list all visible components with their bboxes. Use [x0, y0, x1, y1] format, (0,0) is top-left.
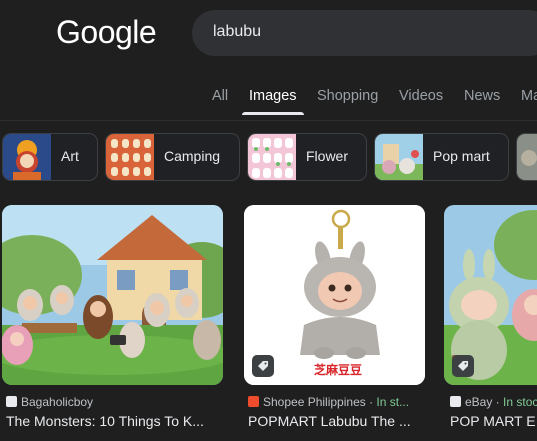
site-favicon-icon [450, 396, 461, 407]
chip-flower[interactable]: Flower [247, 133, 367, 181]
result-2-stock-status: In st... [376, 395, 410, 409]
chip-pop-mart-label: Pop mart [433, 148, 490, 164]
tab-all[interactable]: All [212, 88, 228, 104]
result-2-source[interactable]: Shopee Philippines · In st... [248, 395, 433, 409]
site-favicon-icon [6, 396, 17, 407]
result-2-title[interactable]: POPMART Labubu The ... [248, 413, 433, 429]
result-image-1[interactable] [2, 205, 223, 385]
result-3-tag [452, 355, 474, 377]
chip-camping[interactable]: Camping [105, 133, 240, 181]
tab-videos[interactable]: Videos [399, 88, 443, 104]
chip-pop-mart-thumbnail [375, 134, 423, 180]
price-tag-icon [258, 361, 268, 371]
active-tab-indicator [242, 112, 304, 115]
chip-camping-label: Camping [164, 148, 221, 164]
result-image-3[interactable] [444, 205, 537, 385]
result-1-source[interactable]: Bagaholicboy [6, 395, 93, 409]
search-input[interactable]: labubu [213, 23, 261, 41]
result-image-1-picture [2, 205, 223, 385]
result-2-tag [252, 355, 274, 377]
chip-art[interactable]: Art [2, 133, 98, 181]
google-logo[interactable]: Google [56, 14, 157, 51]
result-3-stock-status: In stoc [503, 395, 537, 409]
chip-flower-label: Flower [306, 148, 349, 164]
site-favicon-icon [248, 396, 259, 407]
chip-camping-thumbnail [106, 134, 154, 180]
result-3-source-name: eBay · [465, 395, 504, 409]
result-2-source-name: Shopee Philippines · [263, 395, 377, 409]
search-box[interactable]: labubu [192, 10, 537, 56]
result-1-source-name: Bagaholicboy [21, 395, 94, 409]
tab-images[interactable]: Images [249, 88, 297, 104]
search-tabs: All Images Shopping Videos News Ma [0, 80, 537, 121]
chip-more[interactable] [516, 133, 537, 181]
chip-pop-mart[interactable]: Pop mart [374, 133, 509, 181]
tab-news[interactable]: News [464, 88, 500, 104]
result-3-title[interactable]: POP MART E [450, 413, 537, 429]
chip-art-thumbnail [3, 134, 51, 180]
chip-more-thumbnail [517, 134, 537, 180]
chip-art-label: Art [61, 148, 79, 164]
result-3-source[interactable]: eBay · In stoc [450, 395, 537, 409]
product-caption: 芝麻豆豆 [314, 363, 363, 377]
chip-flower-thumbnail [248, 134, 296, 180]
result-image-2[interactable]: 芝麻豆豆 [244, 205, 425, 385]
tab-shopping[interactable]: Shopping [317, 88, 378, 104]
price-tag-icon [458, 361, 468, 371]
result-1-title[interactable]: The Monsters: 10 Things To K... [6, 413, 221, 429]
tab-maps[interactable]: Ma [521, 88, 537, 104]
